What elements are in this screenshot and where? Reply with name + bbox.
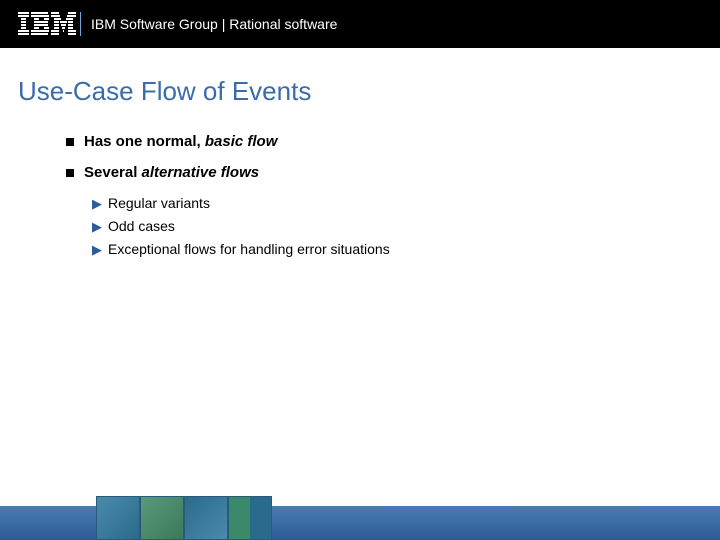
bullet-text: Has one normal, basic flow xyxy=(84,133,277,150)
bullet-item: Has one normal, basic flow xyxy=(18,133,702,150)
bullet-text: Several alternative flows xyxy=(84,164,259,181)
slide-content: Use-Case Flow of Events Has one normal, … xyxy=(0,48,720,258)
bullet-item: Several alternative flows xyxy=(18,164,702,181)
header-breadcrumb: IBM Software Group | Rational software xyxy=(91,16,337,32)
arrow-bullet-icon: ▶ xyxy=(92,242,102,258)
sub-bullet-item: ▶ Exceptional flows for handling error s… xyxy=(18,241,702,258)
ibm-logo xyxy=(18,12,76,36)
slide-header: IBM Software Group | Rational software xyxy=(0,0,720,48)
square-bullet-icon xyxy=(66,169,74,177)
arrow-bullet-icon: ▶ xyxy=(92,196,102,212)
arrow-bullet-icon: ▶ xyxy=(92,219,102,235)
footer-decorative-tiles xyxy=(96,496,272,540)
slide-footer xyxy=(0,496,720,540)
bullet-lead: Several xyxy=(84,164,142,181)
sub-bullet-item: ▶ Odd cases xyxy=(18,218,702,235)
decorative-tile-icon xyxy=(228,496,272,540)
square-bullet-icon xyxy=(66,138,74,146)
sub-bullet-text: Exceptional flows for handling error sit… xyxy=(108,241,390,257)
sub-bullet-text: Regular variants xyxy=(108,195,210,211)
bullet-lead: Has one normal, xyxy=(84,133,205,150)
header-divider xyxy=(80,12,81,36)
bullet-emph: alternative flows xyxy=(142,164,260,181)
bullet-emph: basic flow xyxy=(205,133,278,150)
decorative-tile-icon xyxy=(96,496,140,540)
sub-bullet-text: Odd cases xyxy=(108,218,175,234)
slide-title: Use-Case Flow of Events xyxy=(18,76,702,107)
sub-bullet-item: ▶ Regular variants xyxy=(18,195,702,212)
decorative-tile-icon xyxy=(140,496,184,540)
decorative-tile-icon xyxy=(184,496,228,540)
